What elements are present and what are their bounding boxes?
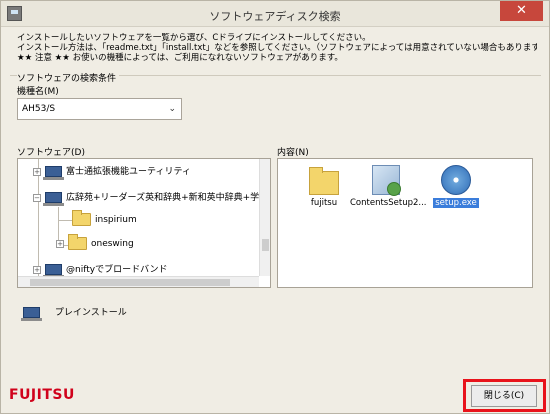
preinstall-label: プレインストール [54,308,127,318]
software-disc-search-window: ソフトウェアディスク検索 ✕ インストールしたいソフトウェアを一覧から選び、Cド… [0,0,550,414]
close-icon[interactable]: ✕ [500,1,543,21]
close-button[interactable]: 閉じる(C) [471,385,537,407]
laptop-icon [43,166,64,180]
model-select-value: AH53/S [22,104,56,114]
laptop-icon [43,192,64,206]
title-bar[interactable]: ソフトウェアディスク検索 ✕ [1,1,549,27]
model-select[interactable]: AH53/S ⌄ [17,98,182,120]
tree-item-label: 広辞苑+リーダーズ英和辞典+新和英中辞典+学研 [66,193,269,203]
folder-icon [68,234,87,250]
vertical-scrollbar[interactable] [259,159,270,276]
horizontal-scrollbar[interactable] [18,276,259,287]
collapse-icon[interactable]: − [33,193,41,202]
expand-icon[interactable]: + [56,239,64,248]
expand-icon[interactable]: + [33,265,41,274]
laptop-icon [21,307,42,321]
laptop-icon [43,264,64,278]
instruction-line: インストール方法は、「readme.txt」「install.txt」などを参照… [17,43,537,53]
chevron-down-icon: ⌄ [168,104,176,114]
fujitsu-logo: FUJITSU [9,387,75,403]
tree-item[interactable]: − 広辞苑+リーダーズ英和辞典+新和英中辞典+学研 [33,190,268,206]
instruction-line: ★★ 注意 ★★ お使いの機種によっては、ご利用になれないソフトウェアがあります… [17,53,343,63]
file-label: setup.exe [433,198,479,208]
tree-item-label: @niftyでブロードバンド [66,265,168,275]
scroll-thumb[interactable] [30,279,230,286]
scroll-thumb[interactable] [262,239,269,251]
window-title: ソフトウェアディスク検索 [209,10,341,23]
disc-icon [441,165,471,195]
search-conditions-label: ソフトウェアの検索条件 [17,71,120,84]
tree-item[interactable]: + 富士通拡張機能ユーティリティ [33,164,191,180]
folder-icon [72,210,91,226]
software-label: ソフトウェア(D) [17,148,85,158]
instruction-line: インストールしたいソフトウェアを一覧から選び、Cドライブにインストールしてくださ… [17,33,371,43]
tree-item[interactable]: + oneswing [56,234,134,253]
tree-item-label: 富士通拡張機能ユーティリティ [66,167,191,177]
contents-label: 内容(N) [277,148,309,158]
model-name-label: 機種名(M) [17,87,59,97]
contents-panel[interactable]: fujitsu ContentsSetup2... setup.exe [277,158,533,288]
file-item[interactable]: ContentsSetup2... [350,165,427,208]
tree-line [58,220,72,221]
setup-icon [372,165,401,196]
instructions: インストールしたいソフトウェアを一覧から選び、Cドライブにインストールしてくださ… [17,33,537,63]
file-item-selected[interactable]: setup.exe [420,165,492,208]
tree-item-label: inspirium [95,215,137,225]
software-tree[interactable]: + 富士通拡張機能ユーティリティ − 広辞苑+リーダーズ英和辞典+新和英中辞典+学研… [17,158,271,288]
tree-item[interactable]: inspirium [72,210,137,229]
file-label: ContentsSetup2... [350,198,427,208]
folder-icon [309,167,339,195]
preinstall-legend: プレインストール [21,305,127,321]
tree-item-label: oneswing [91,239,134,249]
expand-icon[interactable]: + [33,167,41,176]
